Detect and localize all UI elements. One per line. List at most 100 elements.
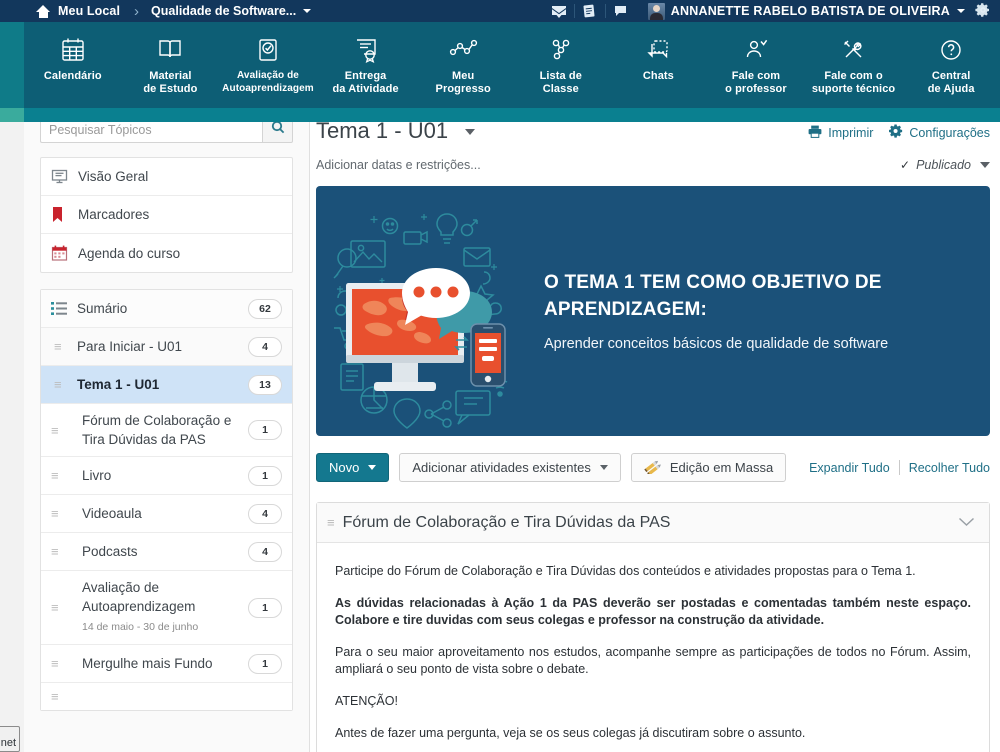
drag-handle-icon[interactable]: ≡	[48, 690, 74, 703]
main-content: Tema 1 - U01 Imprimir Configurações Adic…	[310, 100, 1000, 752]
add-existing-label: Adicionar atividades existentes	[412, 460, 591, 475]
chevron-down-icon[interactable]	[303, 9, 312, 13]
drag-handle-icon[interactable]: ≡	[327, 515, 335, 530]
help-icon	[936, 33, 966, 67]
top-bar-actions: ANNANETTE RABELO BATISTA DE OLIVEIRA	[544, 0, 1000, 22]
toc-item-para-iniciar-u01[interactable]: ≡ Para Iniciar - U01 4	[41, 328, 292, 366]
chevron-down-icon[interactable]	[957, 9, 965, 13]
toc-item-sumario[interactable]: Sumário 62	[41, 290, 292, 328]
add-dates-link[interactable]: Adicionar datas e restrições...	[316, 158, 481, 172]
toc-item-badge: 1	[248, 597, 282, 618]
card-paragraph: ATENÇÃO!	[335, 694, 398, 708]
toc-item-tema-1-u01[interactable]: ≡ Tema 1 - U01 13	[41, 366, 292, 404]
drag-handle-icon[interactable]: ≡	[51, 378, 77, 391]
toc-item-livro[interactable]: ≡ Livro 1	[41, 457, 292, 495]
nav-item-entrega-da-atividade[interactable]: Entrega da Atividade	[317, 22, 415, 95]
toc-item-label: Sumário	[77, 301, 128, 316]
nav-item-fale-com-o-suporte-tecnico[interactable]: Fale com o suporte técnico	[805, 22, 903, 95]
nav-label: Entrega da Atividade	[332, 70, 399, 95]
expand-collapse-links: Expandir Tudo Recolher Tudo	[809, 460, 990, 475]
chevron-down-icon	[599, 465, 608, 470]
publish-status[interactable]: ✓ Publicado	[900, 158, 990, 172]
nav-item-calendario[interactable]: Calendário	[24, 22, 122, 83]
drag-handle-icon[interactable]: ≡	[51, 340, 77, 353]
toc-item-label: Podcasts	[82, 544, 138, 559]
nav-item-avaliacao-de-autoaprendizagem[interactable]: Avaliação de Autoaprendizagem	[219, 22, 317, 95]
book-icon	[155, 33, 185, 67]
gear-icon[interactable]	[975, 2, 991, 21]
new-label: Novo	[329, 460, 360, 475]
nav-item-meu-progresso[interactable]: Meu Progresso	[414, 22, 512, 95]
toc-item-label: Mergulhe mais Fundo	[82, 656, 213, 671]
toc-item-label: Para Iniciar - U01	[77, 339, 183, 354]
toc-item-badge: 4	[248, 541, 282, 562]
updates-icon[interactable]	[575, 0, 605, 22]
toc-item-avaliacao-de-autoaprendizagem[interactable]: ≡ Avaliação de Autoaprendizagem 14 de ma…	[41, 571, 292, 645]
drag-handle-icon[interactable]: ≡	[48, 545, 74, 558]
nav-item-chats[interactable]: Chats	[610, 22, 708, 83]
banner-heading: O TEMA 1 TEM COMO OBJETIVO DE APRENDIZAG…	[544, 271, 882, 320]
list-icon	[51, 302, 77, 315]
sidebar-item-marcadores[interactable]: Marcadores	[41, 196, 292, 234]
toc-item-forum-de-colaboracao[interactable]: ≡ Fórum de Colaboração e Tira Dúvidas da…	[41, 404, 292, 457]
nav-items: Calendário Material de Estudo Avaliação …	[24, 22, 1000, 108]
avatar	[647, 2, 665, 20]
new-button[interactable]: Novo	[316, 453, 390, 482]
objective-banner: O TEMA 1 TEM COMO OBJETIVO DE APRENDIZAG…	[316, 186, 990, 436]
nav-label: Lista de Classe	[539, 70, 582, 95]
sidebar-item-agenda-do-curso[interactable]: Agenda do curso	[41, 234, 292, 272]
sidebar-links: Visão Geral Marcadores Agenda do curso	[40, 157, 293, 273]
nav-item-lista-de-classe[interactable]: Lista de Classe	[512, 22, 610, 95]
nav-item-fale-com-o-professor[interactable]: Fale com o professor	[707, 22, 805, 95]
bookmark-icon	[51, 206, 75, 223]
activity-card-header[interactable]: ≡ Fórum de Colaboração e Tira Dúvidas da…	[317, 503, 989, 543]
progress-icon	[447, 33, 479, 67]
calendar-icon	[58, 33, 88, 67]
breadcrumb-course-label[interactable]: Qualidade de Software...	[151, 4, 296, 18]
home-icon[interactable]	[36, 4, 51, 18]
nav-left-strip	[0, 22, 24, 108]
page-body: Visão Geral Marcadores	[0, 100, 1000, 752]
toc-item-partial[interactable]: ≡	[41, 683, 292, 710]
drag-handle-icon[interactable]: ≡	[48, 469, 74, 482]
nav-item-material-de-estudo[interactable]: Material de Estudo	[122, 22, 220, 95]
sidebar-item-label: Marcadores	[78, 207, 150, 222]
breadcrumb-home-label[interactable]: Meu Local	[58, 4, 120, 18]
nav-item-central-de-ajuda[interactable]: Central de Ajuda	[902, 22, 1000, 95]
toc-item-badge: 62	[248, 298, 282, 319]
add-existing-activities-button[interactable]: Adicionar atividades existentes	[399, 453, 621, 482]
toc-item-label: Fórum de Colaboração e Tira Dúvidas da P…	[82, 413, 232, 447]
chevron-down-icon[interactable]	[958, 514, 975, 532]
nav-label: Fale com o suporte técnico	[811, 70, 896, 95]
sidebar: Visão Geral Marcadores	[24, 100, 310, 752]
mail-icon[interactable]	[544, 0, 574, 22]
drag-handle-icon[interactable]: ≡	[48, 424, 74, 437]
chat-icon	[643, 33, 673, 67]
print-button[interactable]: Imprimir	[808, 125, 873, 141]
settings-button[interactable]: Configurações	[889, 124, 990, 141]
toc-item-podcasts[interactable]: ≡ Podcasts 4	[41, 533, 292, 571]
drag-handle-icon[interactable]: ≡	[48, 507, 74, 520]
breadcrumb: Meu Local › Qualidade de Software...	[0, 3, 312, 20]
toc-item-videoaula[interactable]: ≡ Videoaula 4	[41, 495, 292, 533]
collapse-all-link[interactable]: Recolher Tudo	[909, 461, 990, 475]
user-menu[interactable]: ANNANETTE RABELO BATISTA DE OLIVEIRA	[647, 2, 965, 20]
drag-handle-icon[interactable]: ≡	[48, 601, 74, 614]
toc-item-label: Tema 1 - U01	[77, 377, 160, 392]
drag-handle-icon[interactable]: ≡	[48, 657, 74, 670]
left-gutter	[0, 100, 24, 752]
sidebar-item-visao-geral[interactable]: Visão Geral	[41, 158, 292, 196]
check-icon: ✓	[900, 158, 911, 172]
activity-card-body: Participe do Fórum de Colaboração e Tira…	[317, 543, 989, 752]
toc-item-dates: 14 de maio - 30 de junho	[82, 621, 199, 633]
nav-label: Meu Progresso	[435, 70, 491, 95]
chevron-down-icon[interactable]	[980, 162, 990, 168]
alerts-icon[interactable]	[606, 0, 636, 22]
chevron-down-icon[interactable]	[465, 129, 476, 136]
download-status-chip[interactable]: net	[0, 726, 20, 752]
expand-all-link[interactable]: Expandir Tudo	[809, 461, 890, 475]
nav-label: Avaliação de Autoaprendizagem	[222, 70, 314, 94]
toc-item-badge: 1	[248, 420, 282, 440]
toc-item-mergulhe-mais-fundo[interactable]: ≡ Mergulhe mais Fundo 1	[41, 645, 292, 683]
bulk-edit-button[interactable]: Edição em Massa	[630, 453, 787, 482]
